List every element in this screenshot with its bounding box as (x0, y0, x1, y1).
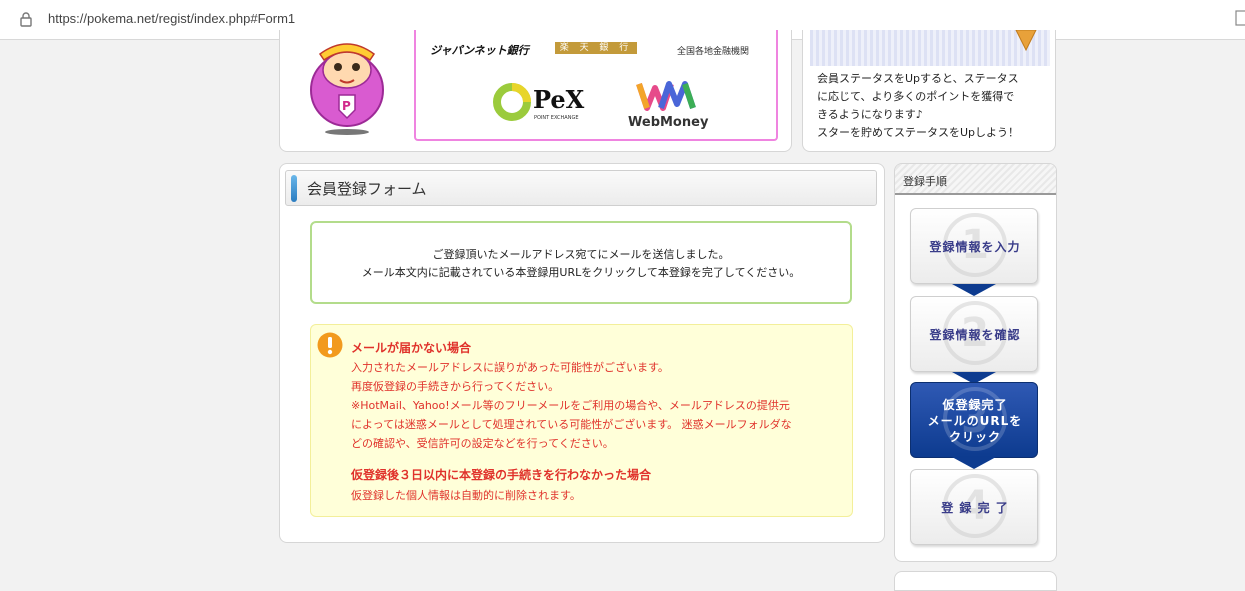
page-title: 会員登録フォーム (307, 180, 427, 198)
status-description: 会員ステータスをUpすると、ステータス に応じて、より多くのポイントを獲得で き… (817, 70, 1045, 142)
header-accent-bar (291, 175, 297, 202)
warning-heading-expiry: 仮登録後３日以内に本登録の手続きを行わなかった場合 (351, 468, 652, 482)
status-line: スターを貯めてステータスをUpしよう！ (817, 126, 1020, 139)
warning-line: によっては迷惑メールとして処理されている可能性がございます。 迷惑メールフォルダ… (351, 418, 792, 431)
svg-text:PeX: PeX (533, 85, 585, 114)
sent-notice-box (310, 221, 852, 304)
mascot-image: P (310, 43, 384, 135)
warning-line: 再度仮登録の手続きから行ってください。 (351, 380, 560, 393)
exclamation-icon (317, 332, 343, 358)
next-panel (894, 571, 1057, 591)
step-arrow-icon (952, 457, 996, 469)
svg-text:P: P (342, 99, 351, 113)
svg-text:POINT EXCHANGE: POINT EXCHANGE (534, 115, 578, 121)
step-3-provisional-complete: 3 仮登録完了 メールのURLを クリック (910, 382, 1038, 458)
pex-logo: PeX POINT EXCHANGE (493, 83, 585, 121)
svg-text:WebMoney: WebMoney (628, 115, 709, 130)
warning-body-expiry: 仮登録した個人情報は自動的に削除されます。 (351, 489, 581, 502)
step-1-input: 1 登録情報を入力 (910, 208, 1038, 284)
bank-other: 全国各地金融機関 (677, 47, 750, 57)
steps-title: 登録手順 (903, 175, 947, 188)
warning-line: 入力されたメールアドレスに誤りがあった可能性がございます。 (351, 361, 669, 374)
step-label: 仮登録完了 (942, 398, 1008, 412)
status-line: 会員ステータスをUpすると、ステータス (817, 72, 1019, 85)
warning-body-no-mail: 入力されたメールアドレスに誤りがあった可能性がございます。 再度仮登録の手続きか… (351, 358, 846, 453)
warning-line: ※HotMail、Yahoo!メール等のフリーメールをご利用の場合や、メールアド… (351, 399, 790, 412)
star-icon (1015, 30, 1037, 52)
step-2-confirm: 2 登録情報を確認 (910, 296, 1038, 372)
status-line: に応じて、より多くのポイントを獲得で (817, 90, 1015, 103)
step-label: クリック (948, 430, 1001, 444)
url-text[interactable]: https://pokema.net/regist/index.php#Form… (48, 11, 295, 26)
warning-heading-no-mail: メールが届かない場合 (351, 341, 472, 355)
notice-line: メール本文内に記載されている本登録用URLをクリックして本登録を完了してください… (361, 266, 801, 279)
bank-japannet: ジャパンネット銀行 (430, 44, 529, 57)
step-label: 登録情報を入力 (929, 240, 1021, 254)
step-label: メールのURLを (927, 414, 1023, 428)
page-icon[interactable] (1235, 10, 1245, 26)
status-line: きるようになります♪ (817, 108, 923, 121)
step-label: 登録情報を確認 (929, 328, 1021, 342)
warning-line: どの確認や、受信許可の設定などを行ってください。 (351, 437, 614, 450)
step-4-complete: 4 登 録 完 了 (910, 469, 1038, 545)
bank-rakuten: 楽 天 銀 行 (555, 42, 637, 54)
notice-line: ご登録頂いたメールアドレス宛てにメールを送信しました。 (432, 248, 730, 261)
lock-icon (20, 12, 32, 27)
step-label: 登 録 完 了 (941, 501, 1009, 515)
webmoney-logo: WebMoney (628, 81, 709, 130)
step-arrow-icon (952, 284, 996, 296)
